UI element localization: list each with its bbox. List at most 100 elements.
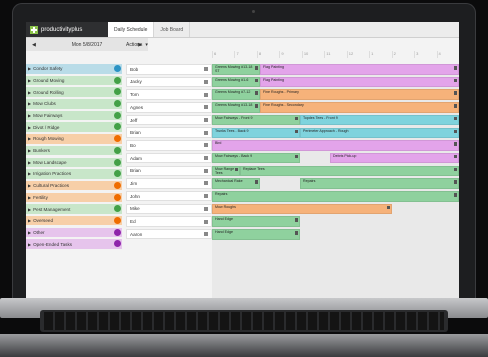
menu-icon[interactable]	[204, 194, 208, 199]
category-item[interactable]: ▶ Bunkers	[26, 145, 122, 156]
task-block[interactable]: Mow Fairways - Front 9	[212, 114, 300, 126]
task-options-icon[interactable]	[254, 104, 258, 108]
add-circle-icon[interactable]	[114, 170, 121, 178]
task-options-icon[interactable]	[254, 91, 258, 95]
task-options-icon[interactable]	[453, 66, 457, 70]
task-block[interactable]: Bird	[212, 140, 459, 151]
task-block[interactable]: Trunks Tees - Back 9	[212, 127, 300, 138]
expand-triangle-icon[interactable]: ▶	[28, 218, 31, 223]
add-circle-icon[interactable]	[114, 111, 121, 119]
add-circle-icon[interactable]	[114, 216, 121, 224]
task-block[interactable]: Mow Roughs	[212, 203, 392, 215]
menu-icon[interactable]	[204, 168, 208, 173]
add-circle-icon[interactable]	[114, 205, 121, 213]
actions-menu[interactable]: Actions ▾	[126, 38, 148, 51]
date-label[interactable]: Mon 5/8/2017	[72, 42, 103, 48]
staff-row[interactable]: Brian	[126, 165, 212, 176]
task-options-icon[interactable]	[453, 193, 457, 197]
expand-triangle-icon[interactable]: ▶	[28, 183, 31, 188]
task-block[interactable]: Greens Mowing #1-6	[212, 76, 260, 88]
task-block[interactable]: Mow Range Tees	[212, 165, 240, 177]
expand-triangle-icon[interactable]: ▶	[28, 125, 31, 130]
prev-day-icon[interactable]: ◀	[32, 42, 36, 48]
add-circle-icon[interactable]	[114, 146, 121, 154]
expand-triangle-icon[interactable]: ▶	[28, 78, 31, 83]
menu-icon[interactable]	[204, 130, 208, 135]
task-options-icon[interactable]	[453, 91, 457, 95]
expand-triangle-icon[interactable]: ▶	[28, 160, 31, 165]
add-circle-icon[interactable]	[114, 65, 121, 72]
task-block[interactable]: Flag Painting	[260, 76, 459, 88]
add-circle-icon[interactable]	[114, 100, 121, 108]
task-block[interactable]: Fine Roughs - Secondary	[260, 102, 459, 113]
staff-row[interactable]: Brian	[126, 127, 212, 138]
task-block[interactable]: Mow Fairways - Back 9	[212, 152, 300, 164]
task-options-icon[interactable]	[453, 104, 457, 108]
staff-row[interactable]: Jim	[126, 178, 212, 189]
task-options-icon[interactable]	[254, 78, 258, 83]
category-item[interactable]: ▶ Divot / Ridge	[26, 122, 122, 132]
staff-row[interactable]: Jacky	[126, 76, 212, 88]
menu-icon[interactable]	[204, 232, 208, 237]
task-options-icon[interactable]	[453, 180, 457, 184]
task-block[interactable]: Hand Edge	[212, 216, 300, 227]
staff-row[interactable]: John	[126, 190, 212, 202]
task-block[interactable]: Debris Pick-up	[330, 152, 459, 164]
menu-icon[interactable]	[204, 118, 208, 122]
category-item[interactable]: ▶ Mow Landscape	[26, 157, 122, 167]
task-block[interactable]: Perimeter Approach - Rough	[300, 127, 459, 138]
expand-triangle-icon[interactable]: ▶	[28, 230, 31, 235]
expand-triangle-icon[interactable]: ▶	[28, 207, 31, 212]
task-options-icon[interactable]	[294, 154, 298, 159]
menu-icon[interactable]	[204, 92, 208, 97]
task-options-icon[interactable]	[453, 116, 457, 121]
task-options-icon[interactable]	[453, 78, 457, 83]
staff-row[interactable]: Agnes	[126, 102, 212, 113]
staff-row[interactable]: Tom	[126, 89, 212, 100]
staff-row[interactable]: Bob	[126, 64, 212, 75]
task-block[interactable]: Flag Painting	[260, 64, 459, 75]
task-block[interactable]: Fine Roughs - Primary	[260, 89, 459, 100]
expand-triangle-icon[interactable]: ▶	[28, 148, 31, 153]
logo[interactable]: productivityplus	[26, 22, 108, 37]
task-options-icon[interactable]	[254, 180, 258, 184]
menu-icon[interactable]	[204, 105, 208, 110]
menu-icon[interactable]	[204, 219, 208, 224]
expand-triangle-icon[interactable]: ▶	[28, 113, 31, 118]
task-options-icon[interactable]	[453, 154, 457, 159]
menu-icon[interactable]	[204, 79, 208, 84]
add-circle-icon[interactable]	[114, 88, 121, 96]
task-block[interactable]: Repairs	[300, 178, 459, 189]
task-options-icon[interactable]	[453, 129, 457, 133]
task-block[interactable]: Topdes Tees - Front 9	[300, 114, 459, 126]
expand-triangle-icon[interactable]: ▶	[28, 66, 31, 71]
staff-row[interactable]: Mike	[126, 203, 212, 215]
expand-triangle-icon[interactable]: ▶	[28, 90, 31, 95]
task-block[interactable]: Greens Mowing #7-12	[212, 89, 260, 100]
task-options-icon[interactable]	[234, 167, 238, 172]
task-block[interactable]: Replace Tees	[240, 165, 459, 177]
task-block[interactable]: Repairs	[212, 191, 459, 202]
staff-row[interactable]: Adam	[126, 152, 212, 164]
add-circle-icon[interactable]	[114, 135, 121, 143]
category-item[interactable]: ▶ Other	[26, 227, 122, 238]
task-block[interactable]: Mechanical Rake	[212, 178, 260, 189]
staff-row[interactable]: Aaron	[126, 228, 212, 240]
category-item[interactable]: ▶ Overseed	[26, 215, 122, 226]
task-options-icon[interactable]	[294, 129, 298, 133]
add-circle-icon[interactable]	[114, 240, 121, 248]
add-circle-icon[interactable]	[114, 158, 121, 166]
menu-icon[interactable]	[204, 67, 208, 72]
category-item[interactable]: ▶ Condor Safety	[26, 64, 122, 74]
task-options-icon[interactable]	[294, 116, 298, 121]
task-options-icon[interactable]	[453, 142, 457, 146]
task-block[interactable]: Greens Mowing #13-18	[212, 102, 260, 113]
add-circle-icon[interactable]	[114, 193, 121, 201]
category-item[interactable]: ▶ Ground Rolling	[26, 87, 122, 97]
add-circle-icon[interactable]	[114, 181, 121, 189]
staff-row[interactable]: Ed	[126, 216, 212, 227]
category-item[interactable]: ▶ Ground Moving	[26, 75, 122, 86]
category-item[interactable]: ▶ Pest Management	[26, 204, 122, 214]
add-circle-icon[interactable]	[114, 123, 121, 131]
expand-triangle-icon[interactable]: ▶	[28, 101, 31, 106]
